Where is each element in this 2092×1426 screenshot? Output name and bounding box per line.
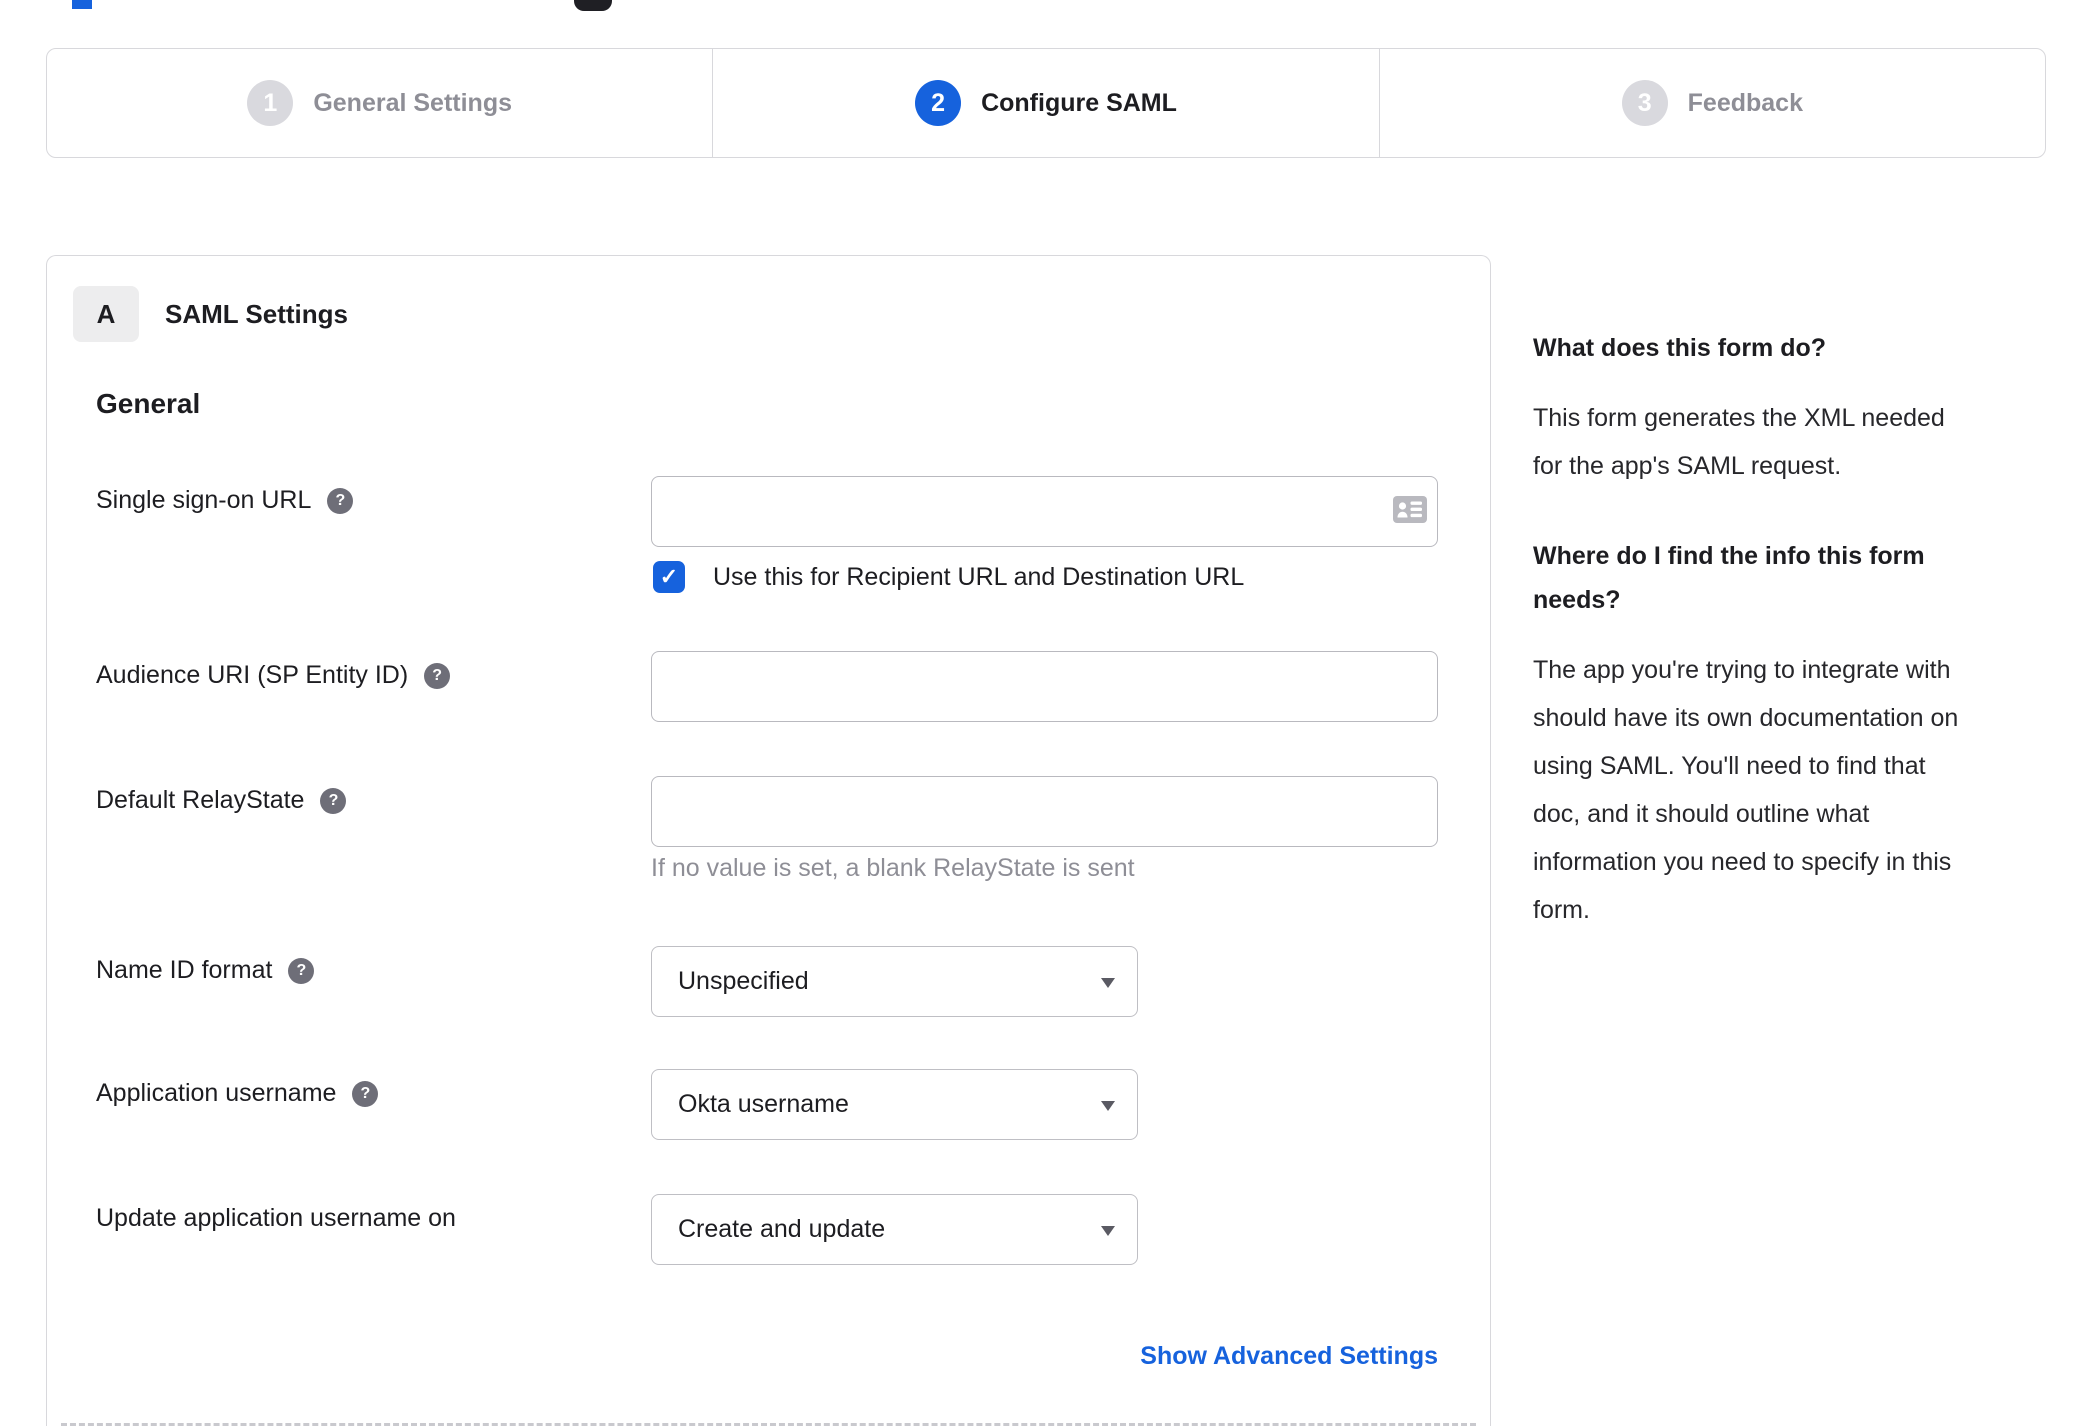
audience-uri-help-icon[interactable]: ? (424, 662, 451, 689)
sso-url-help-icon[interactable]: ? (327, 487, 354, 514)
step-3-badge: 3 (1621, 80, 1668, 126)
name-id-format-help-icon[interactable]: ? (288, 957, 315, 984)
relay-state-hint: If no value is set, a blank RelayState i… (651, 854, 1135, 882)
help-sidebar: What does this form do? This form genera… (1533, 326, 2058, 978)
step-1-label: General Settings (313, 88, 512, 117)
chevron-down-icon (1101, 978, 1115, 988)
audience-uri-label-row: Audience URI (SP Entity ID) ? (96, 661, 451, 690)
step-configure-saml[interactable]: 2 Configure SAML (712, 49, 1378, 157)
panel-title: SAML Settings (165, 298, 348, 329)
section-a-badge: A (73, 286, 139, 342)
app-username-label: Application username (96, 1079, 337, 1107)
app-username-select[interactable]: Okta username (651, 1069, 1138, 1140)
cutoff-header-blue-fragment (72, 0, 92, 9)
relay-state-label-row: Default RelayState ? (96, 786, 347, 815)
sso-url-input[interactable] (651, 476, 1438, 547)
chevron-down-icon (1101, 1226, 1115, 1236)
saml-settings-panel: A SAML Settings General Single sign-on U… (46, 255, 1491, 1426)
sso-url-label: Single sign-on URL (96, 486, 312, 514)
step-general-settings[interactable]: 1 General Settings (47, 49, 712, 157)
update-username-value: Create and update (678, 1215, 886, 1243)
recipient-url-checkbox[interactable]: ✓ (653, 561, 685, 593)
sso-url-label-row: Single sign-on URL ? (96, 486, 354, 515)
recipient-url-checkbox-label: Use this for Recipient URL and Destinati… (713, 562, 1245, 591)
chevron-down-icon (1101, 1101, 1115, 1111)
name-id-format-label: Name ID format (96, 956, 273, 984)
audience-uri-label: Audience URI (SP Entity ID) (96, 661, 409, 689)
name-id-format-select[interactable]: Unspecified (651, 946, 1138, 1017)
sidebar-paragraph-1: This form generates the XML needed for t… (1533, 404, 1945, 480)
step-1-badge: 1 (247, 80, 294, 126)
app-username-help-icon[interactable]: ? (352, 1080, 379, 1107)
update-username-select[interactable]: Create and update (651, 1194, 1138, 1265)
contact-card-icon (1393, 496, 1427, 528)
sidebar-heading-2: Where do I find the info this form needs… (1533, 542, 1925, 614)
update-username-label: Update application username on (96, 1204, 456, 1232)
step-2-badge: 2 (915, 80, 962, 126)
recipient-url-checkbox-row[interactable]: ✓ Use this for Recipient URL and Destina… (653, 561, 1244, 593)
name-id-format-value: Unspecified (678, 967, 809, 995)
general-section-title: General (96, 388, 201, 419)
relay-state-label: Default RelayState (96, 786, 305, 814)
name-id-format-label-row: Name ID format ? (96, 956, 315, 985)
sidebar-paragraph-2: The app you're trying to integrate with … (1533, 656, 1959, 924)
show-advanced-settings-link[interactable]: Show Advanced Settings (651, 1342, 1438, 1371)
app-username-value: Okta username (678, 1090, 849, 1118)
wizard-stepper: 1 General Settings 2 Configure SAML 3 Fe… (46, 48, 2046, 158)
audience-uri-input[interactable] (651, 651, 1438, 722)
update-username-label-row: Update application username on (96, 1204, 456, 1233)
step-2-label: Configure SAML (981, 88, 1177, 117)
sidebar-heading-1: What does this form do? (1533, 334, 1827, 362)
app-username-label-row: Application username ? (96, 1079, 379, 1108)
relay-state-help-icon[interactable]: ? (320, 787, 347, 814)
step-3-label: Feedback (1687, 88, 1803, 117)
step-feedback[interactable]: 3 Feedback (1378, 49, 2045, 157)
relay-state-input[interactable] (651, 776, 1438, 847)
cutoff-header-dark-icon-fragment (574, 0, 612, 11)
